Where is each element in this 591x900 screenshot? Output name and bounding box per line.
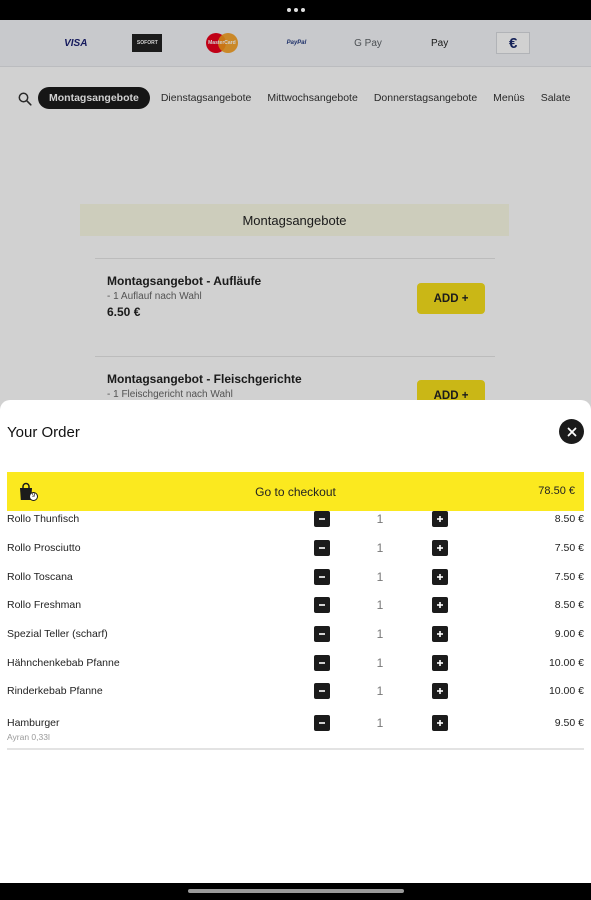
minus-icon [319,547,325,549]
order-total: 78.50 € [538,485,575,497]
plus-icon [437,660,443,666]
minus-icon [319,690,325,692]
order-item-name: Rollo Freshman [7,599,82,611]
increase-button[interactable] [432,540,448,556]
order-item-name: Rollo Thunfisch [7,513,80,525]
multitasking-dots-icon[interactable] [286,8,305,12]
increase-button[interactable] [432,683,448,699]
plus-icon [437,602,443,608]
quantity-value: 1 [376,598,384,612]
checkout-label: Go to checkout [255,484,336,499]
order-item-price: 8.50 € [554,513,584,525]
order-item-price: 10.00 € [548,657,584,669]
quantity-value: 1 [376,684,384,698]
order-item-price: 7.50 € [554,542,584,554]
home-bar [0,883,591,900]
plus-icon [437,688,443,694]
order-item-name: Rollo Toscana [7,571,73,583]
plus-icon [437,516,443,522]
order-row: Rollo Thunfisch 1 8.50 € [0,510,591,530]
close-button[interactable] [559,419,584,444]
order-row: Spezial Teller (scharf) 1 9.00 € [0,625,591,645]
plus-icon [437,545,443,551]
quantity-value: 1 [376,512,384,526]
order-item-price: 8.50 € [554,599,584,611]
order-divider [7,748,584,750]
minus-icon [319,518,325,520]
decrease-button[interactable] [314,511,330,527]
increase-button[interactable] [432,715,448,731]
app-screen: VISA SOFORT MasterCard PayPal G Pay Pay … [0,20,591,883]
quantity-value: 1 [376,570,384,584]
decrease-button[interactable] [314,626,330,642]
increase-button[interactable] [432,569,448,585]
order-row: Rollo Prosciutto 1 7.50 € [0,539,591,559]
order-row: Rollo Toscana 1 7.50 € [0,568,591,588]
quantity-value: 1 [376,541,384,555]
minus-icon [319,576,325,578]
close-icon [567,427,576,436]
order-item-price: 9.00 € [554,628,584,640]
order-row: Hähnchenkebab Pfanne 1 10.00 € [0,654,591,674]
increase-button[interactable] [432,655,448,671]
decrease-button[interactable] [314,597,330,613]
status-bar [0,0,591,20]
order-item-price: 7.50 € [554,571,584,583]
minus-icon [319,633,325,635]
order-item-note: Ayran 0,33l [7,732,50,742]
cart-count-badge: 9 [29,492,38,501]
decrease-button[interactable] [314,715,330,731]
order-item-name: Hamburger [7,717,60,729]
order-title: Your Order [7,424,80,441]
home-indicator[interactable] [188,889,404,893]
increase-button[interactable] [432,597,448,613]
minus-icon [319,662,325,664]
order-item-name: Rollo Prosciutto [7,542,81,554]
order-item-name: Hähnchenkebab Pfanne [7,657,120,669]
decrease-button[interactable] [314,655,330,671]
order-row: Rollo Freshman 1 8.50 € [0,596,591,616]
decrease-button[interactable] [314,569,330,585]
order-item-name: Spezial Teller (scharf) [7,628,108,640]
order-item-price: 9.50 € [554,717,584,729]
decrease-button[interactable] [314,540,330,556]
plus-icon [437,720,443,726]
order-item-name: Rinderkebab Pfanne [7,685,103,697]
plus-icon [437,631,443,637]
order-row: Hamburger Ayran 0,33l 1 9.50 € [0,714,591,742]
minus-icon [319,604,325,606]
quantity-value: 1 [376,656,384,670]
checkout-button[interactable]: 9 Go to checkout 78.50 € [7,472,584,511]
order-row: Rinderkebab Pfanne 1 10.00 € [0,682,591,702]
quantity-value: 1 [376,627,384,641]
minus-icon [319,722,325,724]
increase-button[interactable] [432,626,448,642]
decrease-button[interactable] [314,683,330,699]
plus-icon [437,574,443,580]
increase-button[interactable] [432,511,448,527]
order-item-price: 10.00 € [548,685,584,697]
quantity-value: 1 [376,716,384,730]
